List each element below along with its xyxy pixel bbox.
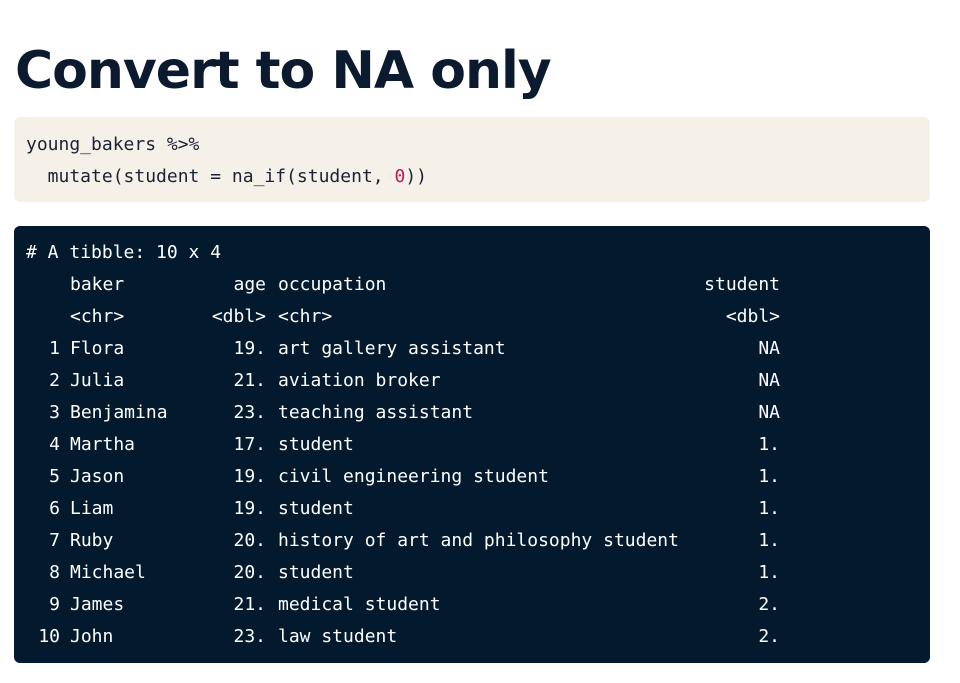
code-line-1: young_bakers %>% [26, 134, 200, 155]
table-row: 2 Julia 21. aviation broker NA [26, 365, 918, 397]
column-name-age: age [233, 274, 266, 295]
cell-student: NA [758, 370, 780, 391]
cell-age: 20. [233, 530, 266, 551]
page-title: Convert to NA only [15, 41, 552, 101]
cell-age: 20. [233, 562, 266, 583]
table-row: 7 Ruby 20. history of art and philosophy st… [26, 525, 918, 557]
cell-age: 21. [233, 370, 266, 391]
cell-student: 1. [758, 498, 780, 519]
cell-baker: Liam [70, 498, 114, 519]
code-line-2-closing: )) [405, 166, 427, 187]
cell-student: 2. [758, 594, 780, 615]
column-type-occupation: <chr> [278, 306, 333, 327]
cell-occupation: medical student [278, 594, 441, 615]
cell-student: 1. [758, 434, 780, 455]
tibble-rows: 1 Flora 19. art gallery assistant NA 2 Julia 21… [26, 333, 918, 653]
cell-occupation: history of art and philosophy student [278, 530, 679, 551]
code-numeric-literal: 0 [394, 166, 406, 187]
row-index: 6 [49, 498, 60, 519]
cell-age: 19. [233, 498, 266, 519]
cell-baker: Benjamina [70, 402, 168, 423]
cell-baker: Flora [70, 338, 125, 359]
table-row: 5 Jason 19. civil engineering student 1. [26, 461, 918, 493]
cell-student: 1. [758, 530, 780, 551]
cell-age: 19. [233, 466, 266, 487]
column-name-occupation: occupation [278, 274, 387, 295]
table-row: 4 Martha 17. student 1. [26, 429, 918, 461]
table-row: 6 Liam 19. student 1. [26, 493, 918, 525]
cell-occupation: civil engineering student [278, 466, 549, 487]
column-name-student: student [704, 274, 780, 295]
code-line-2: mutate(student = na_if(student, 0)) [26, 161, 918, 193]
cell-age: 17. [233, 434, 266, 455]
cell-baker: John [70, 626, 114, 647]
column-names-row: baker age occupation student [26, 269, 918, 301]
table-row: 3 Benjamina 23. teaching assistant NA [26, 397, 918, 429]
row-index: 8 [49, 562, 60, 583]
cell-age: 23. [233, 402, 266, 423]
cell-occupation: art gallery assistant [278, 338, 506, 359]
table-row: 9 James 21. medical student 2. [26, 589, 918, 621]
cell-age: 21. [233, 594, 266, 615]
cell-student: 2. [758, 626, 780, 647]
cell-student: 1. [758, 466, 780, 487]
cell-baker: Michael [70, 562, 146, 583]
cell-occupation: student [278, 434, 354, 455]
table-row: 8 Michael 20. student 1. [26, 557, 918, 589]
cell-occupation: law student [278, 626, 398, 647]
code-block: young_bakers %>% mutate(student = na_if(… [14, 117, 930, 202]
row-index: 3 [49, 402, 60, 423]
tibble-header: # A tibble: 10 x 4 [26, 242, 222, 263]
row-index: 7 [49, 530, 60, 551]
row-index: 1 [49, 338, 60, 359]
table-row: 1 Flora 19. art gallery assistant NA [26, 333, 918, 365]
cell-occupation: aviation broker [278, 370, 441, 391]
row-index: 2 [49, 370, 60, 391]
cell-baker: Martha [70, 434, 136, 455]
row-index: 5 [49, 466, 60, 487]
cell-baker: James [70, 594, 125, 615]
cell-student: NA [758, 402, 780, 423]
column-type-age: <dbl> [211, 306, 266, 327]
cell-age: 23. [233, 626, 266, 647]
cell-baker: Jason [70, 466, 125, 487]
console-output: # A tibble: 10 x 4 baker age occupation stu… [14, 226, 930, 663]
row-index: 10 [38, 626, 60, 647]
cell-student: NA [758, 338, 780, 359]
column-type-baker: <chr> [70, 306, 125, 327]
cell-occupation: student [278, 562, 354, 583]
row-index: 4 [49, 434, 60, 455]
cell-occupation: student [278, 498, 354, 519]
column-types-row: <chr> <dbl> <chr> <dbl> [26, 301, 918, 333]
column-type-student: <dbl> [725, 306, 780, 327]
cell-student: 1. [758, 562, 780, 583]
cell-baker: Ruby [70, 530, 114, 551]
column-name-baker: baker [70, 274, 125, 295]
cell-baker: Julia [70, 370, 125, 391]
cell-occupation: teaching assistant [278, 402, 474, 423]
code-line-2-text: mutate(student = na_if(student, [26, 166, 395, 187]
cell-age: 19. [233, 338, 266, 359]
table-row: 10 John 23. law student 2. [26, 621, 918, 653]
row-index: 9 [49, 594, 60, 615]
